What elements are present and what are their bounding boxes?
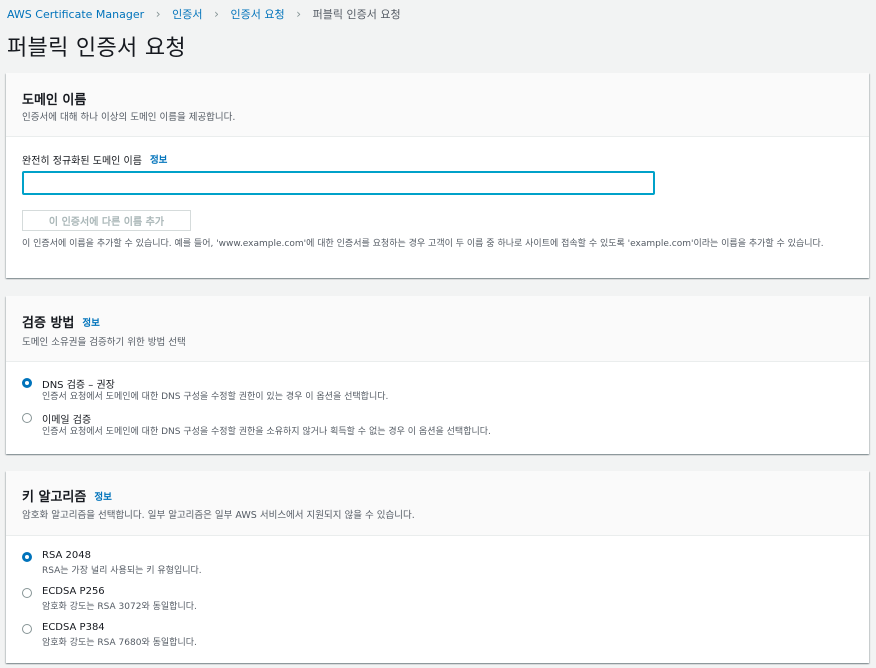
radio-unselected-icon[interactable] [22,588,32,598]
validation-method-header: 검증 방법 정보 도메인 소유권을 검증하기 위한 방법 선택 [6,296,869,362]
fqdn-input[interactable] [22,171,655,195]
domain-names-header: 도메인 이름 인증서에 대해 하나 이상의 도메인 이름을 제공합니다. [6,73,869,137]
rsa-2048-description: RSA는 가장 널리 사용되는 키 유형입니다. [42,566,202,576]
radio-selected-icon[interactable] [22,378,32,388]
domain-names-description: 인증서에 대해 하나 이상의 도메인 이름을 제공합니다. [22,112,236,123]
fqdn-info-link[interactable]: 정보 [150,155,167,166]
fqdn-label: 완전히 정규화된 도메인 이름 정보 [22,152,167,167]
email-validation-description: 인증서 요청에서 도메인에 대한 DNS 구성을 수정할 권한을 소유하지 않거… [42,427,491,437]
add-another-name-button[interactable]: 이 인증서에 다른 이름 추가 [22,210,191,231]
validation-method-panel: 검증 방법 정보 도메인 소유권을 검증하기 위한 방법 선택 DNS 검증 – … [6,296,869,454]
domain-names-panel: 도메인 이름 인증서에 대해 하나 이상의 도메인 이름을 제공합니다. 완전히… [6,73,869,278]
validation-method-description: 도메인 소유권을 검증하기 위한 방법 선택 [22,337,186,348]
radio-unselected-icon[interactable] [22,413,32,423]
validation-method-title-text: 검증 방법 [22,316,75,331]
chevron-right-icon: › [214,7,219,21]
ecdsa-p256-description: 암호화 강도는 RSA 3072와 동일합니다. [42,602,197,612]
validation-info-link[interactable]: 정보 [82,318,99,329]
breadcrumb: AWS Certificate Manager › 인증서 › 인증서 요청 ›… [7,6,401,22]
add-name-help-text: 이 인증서에 이름을 추가할 수 있습니다. 예를 들어, 'www.examp… [22,239,824,249]
radio-unselected-icon[interactable] [22,624,32,634]
rsa-2048-label: RSA 2048 [42,550,91,561]
ecdsa-p384-description: 암호화 강도는 RSA 7680와 동일합니다. [42,638,197,648]
validation-method-title: 검증 방법 정보 [22,312,100,331]
key-algorithm-panel: 키 알고리즘 정보 암호화 알고리즘을 선택합니다. 일부 알고리즘은 일부 AW… [6,471,869,663]
breadcrumb-link-acm[interactable]: AWS Certificate Manager [7,8,144,21]
dns-validation-description: 인증서 요청에서 도메인에 대한 DNS 구성을 수정할 권한이 있는 경우 이… [42,392,389,402]
page-title: 퍼블릭 인증서 요청 [7,36,186,61]
key-algorithm-description: 암호화 알고리즘을 선택합니다. 일부 알고리즘은 일부 AWS 서비스에서 지… [22,510,415,521]
radio-selected-icon[interactable] [22,552,32,562]
breadcrumb-current: 퍼블릭 인증서 요청 [312,8,401,21]
key-algorithm-info-link[interactable]: 정보 [94,492,111,503]
key-algorithm-title: 키 알고리즘 정보 [22,486,112,505]
breadcrumb-link-request[interactable]: 인증서 요청 [231,6,285,22]
key-algorithm-title-text: 키 알고리즘 [22,490,87,505]
chevron-right-icon: › [155,7,161,21]
ecdsa-p256-label: ECDSA P256 [42,586,105,597]
key-algorithm-header: 키 알고리즘 정보 암호화 알고리즘을 선택합니다. 일부 알고리즘은 일부 AW… [6,471,869,536]
ecdsa-p384-label: ECDSA P384 [42,622,105,633]
domain-names-title: 도메인 이름 [22,93,87,108]
chevron-right-icon: › [296,7,302,21]
fqdn-label-text: 완전히 정규화된 도메인 이름 [22,156,142,167]
breadcrumb-link-certificates[interactable]: 인증서 [172,6,202,22]
